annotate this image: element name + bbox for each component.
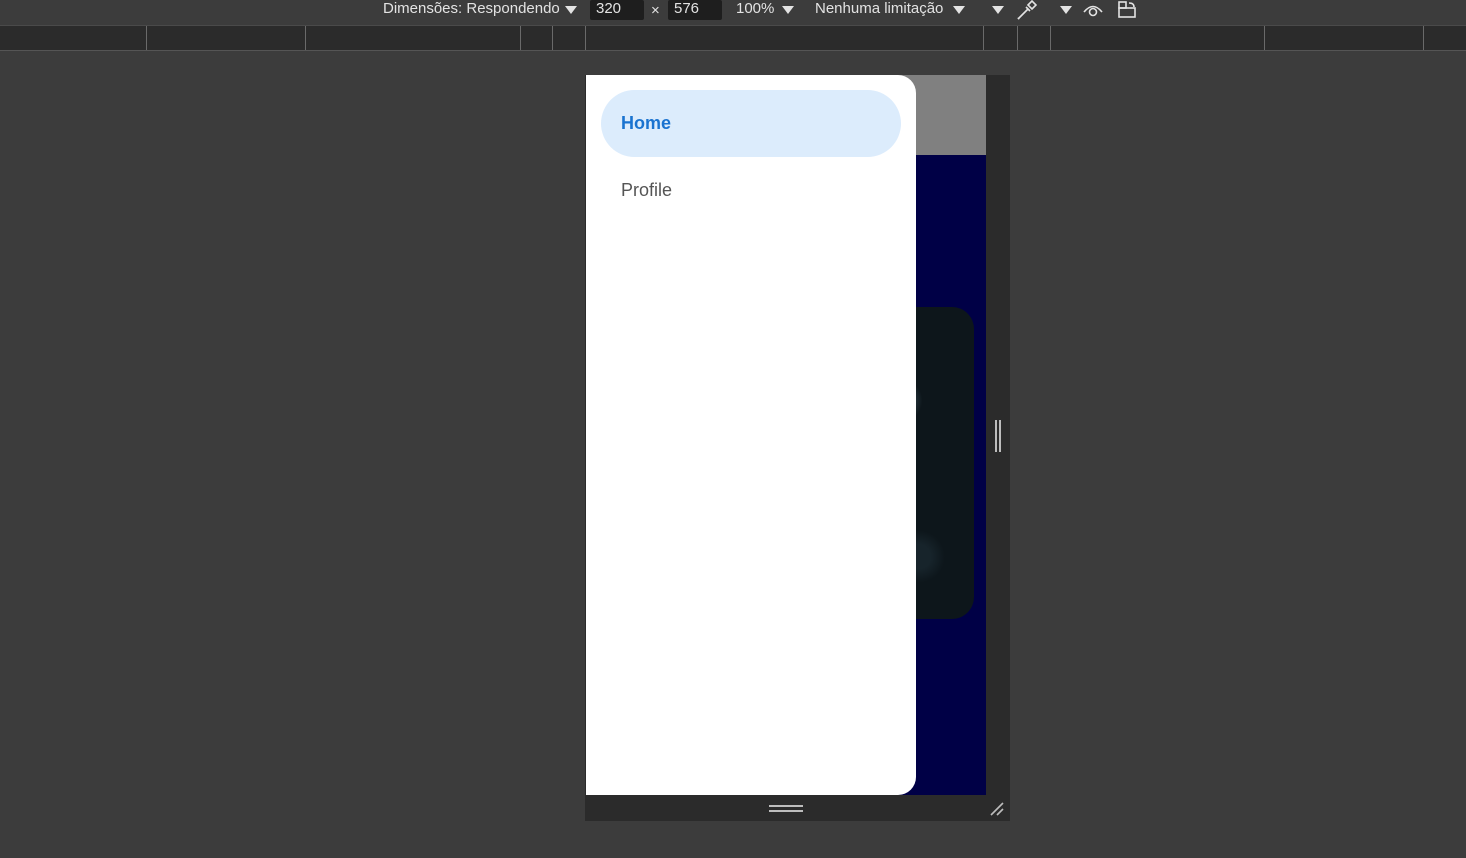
media-query-marker[interactable]: [305, 26, 306, 50]
zoom-select-label[interactable]: 100%: [736, 0, 774, 20]
device-frame: Home Profile: [585, 75, 1010, 821]
chevron-down-icon[interactable]: [782, 6, 794, 14]
chevron-down-icon[interactable]: [953, 6, 965, 14]
page-viewport: Home Profile: [586, 75, 986, 795]
eye-icon[interactable]: [1082, 1, 1104, 19]
media-query-marker[interactable]: [585, 26, 586, 50]
times-separator: ×: [651, 2, 660, 19]
color-picker-icon[interactable]: [1015, 0, 1037, 20]
drawer-item-profile[interactable]: Profile: [601, 157, 901, 224]
media-query-marker[interactable]: [146, 26, 147, 50]
dimensions-select-label[interactable]: Dimensões: Respondendo: [383, 0, 560, 20]
chevron-down-icon[interactable]: [565, 6, 577, 14]
width-resize-handle[interactable]: [995, 420, 1001, 452]
resize-corner-icon[interactable]: [989, 801, 1005, 817]
height-input[interactable]: 576: [668, 0, 722, 20]
media-query-marker[interactable]: [983, 26, 984, 50]
rotate-icon[interactable]: [1117, 0, 1139, 20]
media-query-marker[interactable]: [1423, 26, 1424, 50]
media-query-marker[interactable]: [1017, 26, 1018, 50]
chevron-down-icon[interactable]: [1060, 6, 1072, 14]
media-query-marker[interactable]: [552, 26, 553, 50]
media-query-bar[interactable]: [0, 25, 1466, 51]
media-query-marker[interactable]: [520, 26, 521, 50]
height-resize-handle[interactable]: [769, 805, 803, 813]
media-query-marker[interactable]: [1264, 26, 1265, 50]
chevron-down-icon[interactable]: [992, 6, 1004, 14]
drawer-item-home[interactable]: Home: [601, 90, 901, 157]
throttling-select-label[interactable]: Nenhuma limitação: [815, 0, 943, 20]
device-toolbar: Dimensões: Respondendo 320 × 576 100% Ne…: [0, 0, 1466, 24]
navigation-drawer: Home Profile: [586, 75, 916, 795]
width-input[interactable]: 320: [590, 0, 644, 20]
media-query-marker[interactable]: [1050, 26, 1051, 50]
